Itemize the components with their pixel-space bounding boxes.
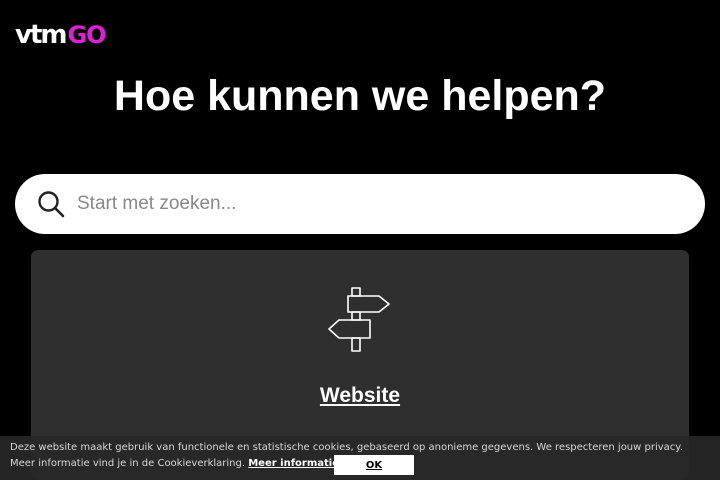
logo-accent-text: GO	[67, 21, 106, 49]
more-info-link[interactable]: Meer informatie	[248, 458, 339, 469]
search-icon	[37, 190, 65, 218]
page-title: Hoe kunnen we helpen?	[113, 72, 607, 120]
logo-text: vtm	[15, 20, 67, 50]
help-page: vtm GO Hoe kunnen we helpen? Website Dez…	[0, 0, 720, 480]
card-title[interactable]: Website	[31, 384, 689, 408]
cookie-banner: Deze website maakt gebruik van functione…	[0, 436, 720, 480]
search-input[interactable]	[75, 183, 679, 225]
vtm-go-logo[interactable]: vtm GO	[15, 20, 107, 50]
signpost-icon	[328, 287, 390, 352]
search-bar[interactable]	[15, 174, 705, 234]
cookie-ok-button[interactable]: OK	[334, 455, 414, 475]
